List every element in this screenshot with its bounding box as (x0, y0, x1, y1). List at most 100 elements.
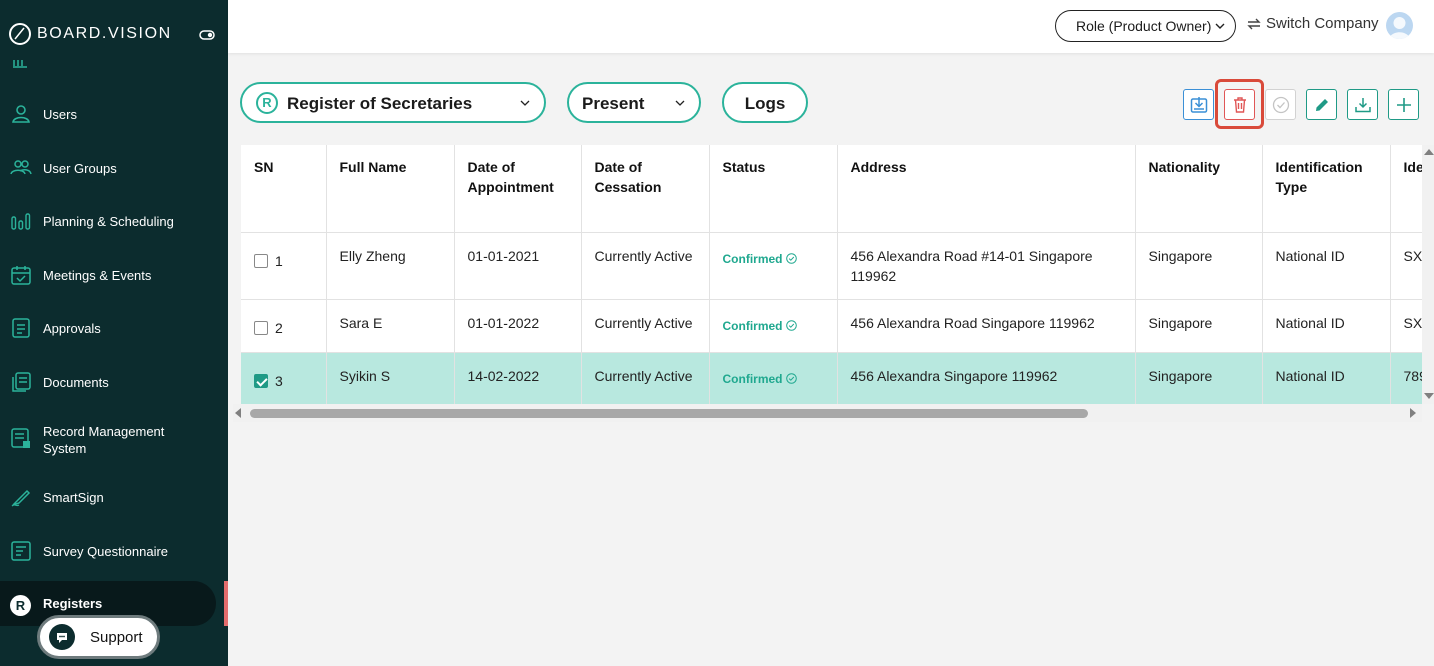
cell-cessation: Currently Active (581, 232, 710, 300)
cell-nationality: Singapore (1135, 232, 1263, 300)
cell-address: 456 Alexandra Road Singapore 119962 (837, 299, 1136, 353)
horizontal-scrollbar-thumb[interactable] (250, 409, 1088, 418)
brand-name: BOARD.VISION (37, 25, 172, 42)
calendar-icon (11, 266, 31, 285)
secretaries-table: SN Full Name Date of Appointment Date of… (241, 145, 1422, 404)
register-select[interactable]: R Register of Secretaries (240, 82, 546, 123)
row-checkbox[interactable] (254, 253, 268, 268)
topbar: Role (Product Owner) Switch Company (228, 0, 1434, 53)
dashboard-icon (13, 60, 27, 68)
sidebar-item-survey[interactable]: Survey Questionnaire (0, 540, 228, 562)
column-header[interactable]: Address (837, 145, 1136, 233)
sidebar-item-approvals[interactable]: Approvals (0, 317, 228, 339)
scroll-left-icon[interactable] (235, 408, 241, 418)
toggle-icon[interactable] (199, 29, 215, 41)
register-select-label: Register of Secretaries (287, 94, 473, 113)
table-row-selected[interactable]: 3 Syikin S 14-02-2022 Currently Active C… (241, 352, 1422, 404)
support-label: Support (90, 629, 143, 646)
download-button[interactable] (1347, 89, 1378, 120)
status-label: Confirmed (722, 371, 783, 386)
status-badge: Confirmed (723, 369, 797, 389)
cell-nationality: Singapore (1135, 352, 1263, 404)
column-header[interactable]: Identification Type (1262, 145, 1391, 233)
role-select[interactable]: Role (Product Owner) (1055, 10, 1236, 42)
logo-icon (9, 23, 31, 45)
logs-label: Logs (744, 94, 786, 113)
role-label: Role (Product Owner) (1076, 18, 1212, 34)
status-label: Confirmed (722, 251, 783, 266)
survey-icon (11, 541, 31, 561)
cell-address: 456 Alexandra Road #14-01 Singapore 1199… (837, 232, 1136, 300)
column-header[interactable]: SN (241, 145, 327, 233)
bars-icon (11, 213, 31, 230)
cell-name: Syikin S (326, 352, 455, 404)
table-header-row: SN Full Name Date of Appointment Date of… (241, 145, 1422, 233)
cell-id-type: National ID (1262, 232, 1391, 300)
chevron-down-icon (675, 100, 685, 106)
pen-icon (11, 489, 31, 507)
sidebar: BOARD.VISION Users User Groups Planning … (0, 0, 228, 666)
status-badge: Confirmed (723, 249, 797, 269)
chevron-down-icon (520, 100, 530, 106)
status-badge: Confirmed (723, 316, 797, 336)
cell-name: Elly Zheng (326, 232, 455, 300)
support-button[interactable]: Support (37, 615, 160, 659)
row-sn: 2 (275, 319, 283, 336)
logs-button[interactable]: Logs (722, 82, 808, 123)
cell-address: 456 Alexandra Singapore 119962 (837, 352, 1136, 404)
row-checkbox[interactable] (254, 320, 268, 335)
column-header[interactable]: Full Name (326, 145, 455, 233)
period-select[interactable]: Present (567, 82, 701, 123)
chat-icon (49, 624, 75, 650)
column-header[interactable]: Status (709, 145, 838, 233)
column-header[interactable]: Ide No. (1390, 145, 1422, 233)
approvals-icon (12, 318, 30, 338)
edit-button[interactable] (1306, 89, 1337, 120)
sidebar-item-users[interactable]: Users (0, 103, 228, 125)
sidebar-item-documents[interactable]: Documents (0, 371, 228, 393)
sidebar-item-user-groups[interactable]: User Groups (0, 157, 228, 179)
delete-button[interactable] (1224, 89, 1255, 120)
column-header[interactable]: Nationality (1135, 145, 1263, 233)
sidebar-item-label: Survey Questionnaire (43, 544, 169, 559)
import-button[interactable] (1183, 89, 1214, 120)
add-button[interactable] (1388, 89, 1419, 120)
period-select-label: Present (582, 94, 645, 113)
register-badge-icon: R (256, 92, 278, 114)
brand-logo[interactable]: BOARD.VISION (8, 22, 172, 46)
avatar[interactable] (1386, 12, 1413, 39)
sidebar-item-registers[interactable]: Registers (0, 592, 228, 614)
import-icon (1190, 96, 1207, 113)
check-circle-icon (785, 373, 797, 384)
row-sn: 3 (275, 372, 283, 389)
documents-icon (12, 372, 31, 392)
sidebar-item-label: Planning & Scheduling (43, 214, 174, 229)
scroll-right-icon[interactable] (1410, 408, 1416, 418)
column-header[interactable]: Date of Appointment (454, 145, 582, 233)
sidebar-item-label: User Groups (43, 161, 117, 176)
cell-appointed: 01-01-2022 (454, 299, 582, 353)
vertical-scrollbar[interactable] (1422, 145, 1434, 404)
sidebar-item-record-management[interactable]: Record Management System (0, 423, 228, 457)
check-circle-icon (785, 253, 797, 264)
sidebar-item-label: Record Management System (43, 424, 165, 456)
check-circle-icon (1272, 96, 1289, 113)
column-header[interactable]: Date of Cessation (581, 145, 710, 233)
download-icon (1354, 97, 1371, 112)
status-label: Confirmed (722, 318, 783, 333)
row-checkbox[interactable] (254, 373, 268, 388)
sidebar-item-meetings[interactable]: Meetings & Events (0, 264, 228, 286)
sidebar-item-planning[interactable]: Planning & Scheduling (0, 210, 228, 232)
scroll-down-icon[interactable] (1424, 393, 1434, 399)
cell-id-no: SX (1390, 232, 1422, 300)
table-row[interactable]: 1 Elly Zheng 01-01-2021 Currently Active… (241, 232, 1422, 300)
switch-company-button[interactable]: Switch Company (1246, 15, 1379, 32)
trash-icon (1233, 96, 1246, 113)
sidebar-item-smartsign[interactable]: SmartSign (0, 486, 228, 508)
cell-cessation: Currently Active (581, 352, 710, 404)
check-circle-icon (785, 320, 797, 331)
scroll-up-icon[interactable] (1424, 149, 1434, 155)
approve-button[interactable] (1265, 89, 1296, 120)
sidebar-item-label: Approvals (43, 321, 101, 336)
table-row[interactable]: 2 Sara E 01-01-2022 Currently Active Con… (241, 299, 1422, 353)
